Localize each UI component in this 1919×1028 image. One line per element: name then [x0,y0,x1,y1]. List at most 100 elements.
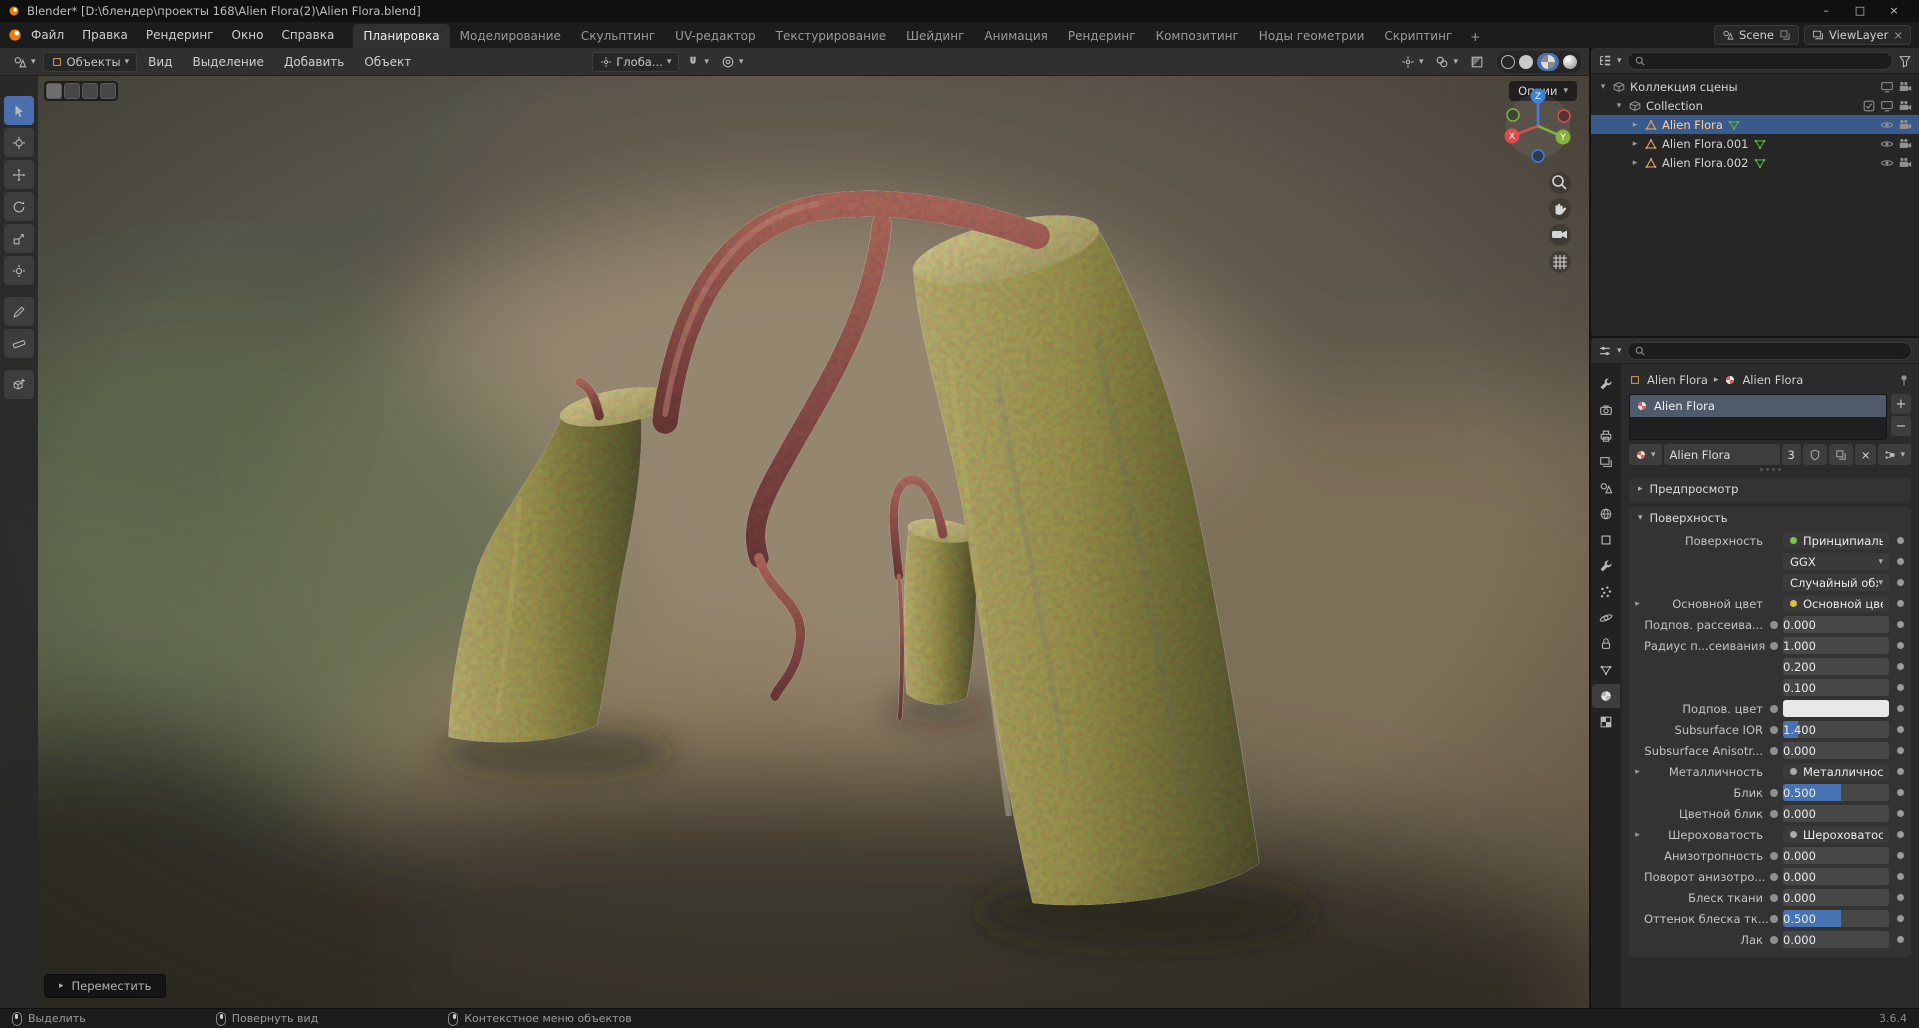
properties-tab[interactable] [1592,372,1620,396]
properties-tab[interactable] [1592,398,1620,422]
scene-selector[interactable]: Scene [1713,25,1799,45]
property-field[interactable]: 0.000 [1783,616,1889,633]
shading-wireframe-button[interactable] [1501,54,1515,69]
overlays-button[interactable]: ▾ [1430,52,1463,72]
tool-button[interactable] [4,160,34,189]
viewlayer-selector[interactable]: ViewLayer × [1804,25,1911,45]
preview-panel-header[interactable]: ▸ Предпросмотр [1629,478,1911,500]
tool-button[interactable] [4,256,34,285]
topbar-menu[interactable]: Правка [73,24,137,46]
mode-dropdown[interactable]: Объекты ▾ [42,51,138,72]
tool-button[interactable] [4,192,34,221]
material-slot-row[interactable]: Alien Flora [1630,395,1886,417]
property-field[interactable]: 1.400 [1783,721,1889,738]
xray-toggle[interactable] [1465,52,1489,72]
viewport-menu[interactable]: Добавить [275,51,353,73]
tool-button[interactable] [4,329,34,358]
decorator-dot[interactable] [1897,789,1904,796]
outliner-object-row[interactable]: ▸ Alien Flora.002 [1591,153,1919,172]
property-field[interactable]: Принципиальный BSDF [1783,532,1889,549]
decorator-dot[interactable] [1897,663,1904,670]
expand-icon[interactable]: ▾ [1614,101,1624,111]
breadcrumb-material[interactable]: Alien Flora [1742,373,1803,387]
axis-gizmo[interactable]: Z X Y [1504,88,1571,163]
property-field[interactable]: 0.100 [1783,679,1889,696]
expand-icon[interactable]: ▸ [1630,139,1640,149]
properties-tab[interactable] [1592,424,1620,448]
property-field[interactable]: 0.000 [1783,889,1889,906]
duplicate-scene-icon[interactable] [1779,29,1791,41]
add-slot-button[interactable]: + [1891,394,1911,414]
expand-icon[interactable]: ▸ [1631,599,1644,609]
decorator-dot[interactable] [1897,936,1904,943]
decorator-dot[interactable] [1897,579,1904,586]
expand-icon[interactable]: ▸ [1631,830,1644,840]
properties-tab[interactable] [1592,710,1620,734]
hide-eye-icon[interactable] [1880,118,1894,132]
maximize-button[interactable]: □ [1843,0,1877,22]
property-field[interactable]: 0.500 [1783,784,1889,801]
viewport-menu[interactable]: Вид [139,51,181,73]
disable-render-icon[interactable] [1898,118,1912,132]
properties-tab[interactable] [1592,658,1620,682]
decorator-dot[interactable] [1897,642,1904,649]
property-field[interactable]: 0.200 [1783,658,1889,675]
workspace-tab[interactable]: Ноды геометрии [1249,24,1375,48]
shading-solid-button[interactable] [1519,54,1533,69]
viewport-menu[interactable]: Объект [355,51,420,73]
workspace-tab[interactable]: Рендеринг [1058,24,1146,48]
workspace-tab[interactable]: Моделирование [450,24,571,48]
browse-material-button[interactable]: ▾ [1629,444,1662,465]
property-field[interactable]: 0.000 [1783,742,1889,759]
expand-icon[interactable]: ▾ [1598,82,1608,92]
disable-render-icon[interactable] [1898,137,1912,151]
property-field[interactable]: 0.000 [1783,805,1889,822]
snap-toggle[interactable]: ▾ [681,52,714,72]
camera-toggle-icon[interactable] [1898,80,1912,94]
outliner-object-row[interactable]: ▸ Alien Flora.001 [1591,134,1919,153]
select-mode-subtract[interactable] [82,83,98,99]
outliner-object-row[interactable]: ▸ Alien Flora [1591,115,1919,134]
close-button[interactable]: × [1877,0,1911,22]
operator-redo-panel[interactable]: ▸ Переместить [44,974,167,998]
workspace-tab[interactable]: Скульптинг [571,24,665,48]
exclude-checkbox-icon[interactable] [1862,99,1876,113]
decorator-dot[interactable] [1897,537,1904,544]
remove-slot-button[interactable]: − [1891,416,1911,436]
decorator-dot[interactable] [1897,684,1904,691]
expand-icon[interactable]: ▸ [1630,158,1640,168]
decorator-dot[interactable] [1897,726,1904,733]
unlink-material-button[interactable]: × [1854,444,1877,465]
users-count-button[interactable]: 3 [1781,444,1801,465]
outliner-collection-row[interactable]: ▾ Collection [1591,96,1919,115]
properties-tab[interactable] [1592,554,1620,578]
property-field[interactable]: 0.500 [1783,910,1889,927]
breadcrumb-object[interactable]: Alien Flora [1647,373,1708,387]
workspace-tab[interactable]: Шейдинг [896,24,974,48]
expand-icon[interactable]: ▸ [1630,120,1640,130]
workspace-tab[interactable]: Скриптинг [1374,24,1462,48]
outliner-search-input[interactable] [1626,51,1893,70]
select-mode-extend[interactable] [64,83,80,99]
filter-icon[interactable] [1898,54,1912,68]
list-resize-grip[interactable] [1629,465,1911,474]
property-field[interactable]: 0.000 [1783,868,1889,885]
tool-button[interactable] [4,297,34,326]
property-field[interactable]: 0.000 [1783,931,1889,948]
editor-type-button[interactable]: ▾ [8,52,41,72]
properties-tab[interactable] [1592,502,1620,526]
camera-toggle-icon[interactable] [1898,99,1912,113]
tool-button[interactable] [4,128,34,157]
decorator-dot[interactable] [1897,894,1904,901]
outliner-scene-collection-row[interactable]: ▾ Коллекция сцены [1591,77,1919,96]
properties-tab[interactable] [1592,684,1620,708]
shading-rendered-button[interactable] [1563,54,1577,69]
property-field[interactable]: 1.000 [1783,637,1889,654]
property-field[interactable]: Металличность [1783,763,1889,780]
surface-panel-header[interactable]: ▾ Поверхность [1629,507,1911,529]
pan-hand-button[interactable] [1549,198,1571,220]
decorator-dot[interactable] [1897,558,1904,565]
properties-tab[interactable] [1592,580,1620,604]
topbar-menu[interactable]: Файл [22,24,73,46]
expand-icon[interactable]: ▸ [1631,767,1644,777]
